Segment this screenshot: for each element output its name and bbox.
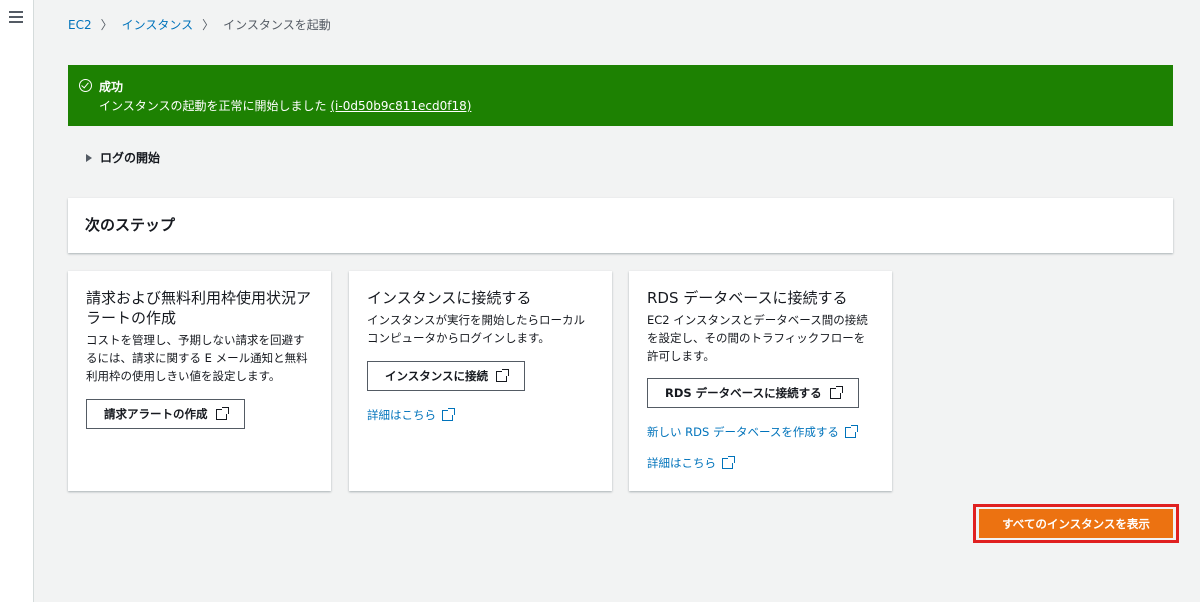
card-description: コストを管理し、予期しない請求を回避するには、請求に関する E メール通知と無料… [86,333,308,383]
flash-message: インスタンスの起動を正常に開始しました (i-0d50b9c811ecd0f18… [99,97,471,114]
success-flash-banner: 成功 インスタンスの起動を正常に開始しました (i-0d50b9c811ecd0… [68,65,1173,126]
success-check-icon [79,79,92,92]
external-link-icon [496,368,510,382]
flash-title: 成功 [99,80,124,94]
link-label: 詳細はこちら [367,408,436,422]
create-rds-link[interactable]: 新しい RDS データベースを作成する [647,424,874,440]
card-title: RDS データベースに接続する [647,289,848,307]
card-title: インスタンスに接続する [367,289,532,307]
card-title: 請求および無料利用枠使用状況アラートの作成 [86,289,312,327]
card-connect-rds: RDS データベースに接続する EC2 インスタンスとデータベース間の接続を設定… [629,271,892,491]
link-label: 新しい RDS データベースを作成する [647,425,839,439]
external-link-icon [829,385,843,399]
card-description: インスタンスが実行を開始したらローカルコンピュータからログインします。 [367,313,586,345]
external-link-icon [722,455,735,469]
connect-rds-button[interactable]: RDS データベースに接続する [647,378,859,408]
chevron-right-icon: 〉 [202,18,215,32]
external-link-icon [442,407,455,421]
card-billing-alert: 請求および無料利用枠使用状況アラートの作成 コストを管理し、予期しない請求を回避… [68,271,331,491]
chevron-right-icon: 〉 [100,18,113,32]
hamburger-menu-icon[interactable] [9,11,23,24]
external-link-icon [844,424,858,438]
breadcrumb-ec2[interactable]: EC2 [68,18,92,32]
log-expander-label: ログの開始 [100,151,161,165]
learn-more-link[interactable]: 詳細はこちら [647,455,874,471]
breadcrumb-current: インスタンスを起動 [223,18,331,32]
external-link-icon [215,406,229,420]
button-label: 請求アラートの作成 [104,407,208,421]
button-label: インスタンスに接続 [385,369,489,383]
breadcrumb: EC2 〉 インスタンス 〉 インスタンスを起動 [68,16,331,33]
learn-more-link[interactable]: 詳細はこちら [367,407,594,423]
next-steps-heading: 次のステップ [85,216,176,234]
view-all-instances-button[interactable]: すべてのインスタンスを表示 [979,509,1173,538]
link-label: 詳細はこちら [647,456,716,470]
flash-message-text: インスタンスの起動を正常に開始しました [99,99,327,113]
instance-id-link[interactable]: (i-0d50b9c811ecd0f18) [330,99,471,113]
button-label: RDS データベースに接続する [665,386,822,400]
caret-right-icon [86,153,92,162]
breadcrumb-instances[interactable]: インスタンス [122,16,194,33]
create-billing-alert-button[interactable]: 請求アラートの作成 [86,399,245,429]
next-steps-header: 次のステップ [68,198,1173,253]
card-connect-instance: インスタンスに接続する インスタンスが実行を開始したらローカルコンピュータからロ… [349,271,612,491]
log-expander[interactable]: ログの開始 [86,149,160,166]
side-navigation-rail [0,0,34,602]
card-description: EC2 インスタンスとデータベース間の接続を設定し、その間のトラフィックフローを… [647,313,868,363]
connect-instance-button[interactable]: インスタンスに接続 [367,361,526,391]
